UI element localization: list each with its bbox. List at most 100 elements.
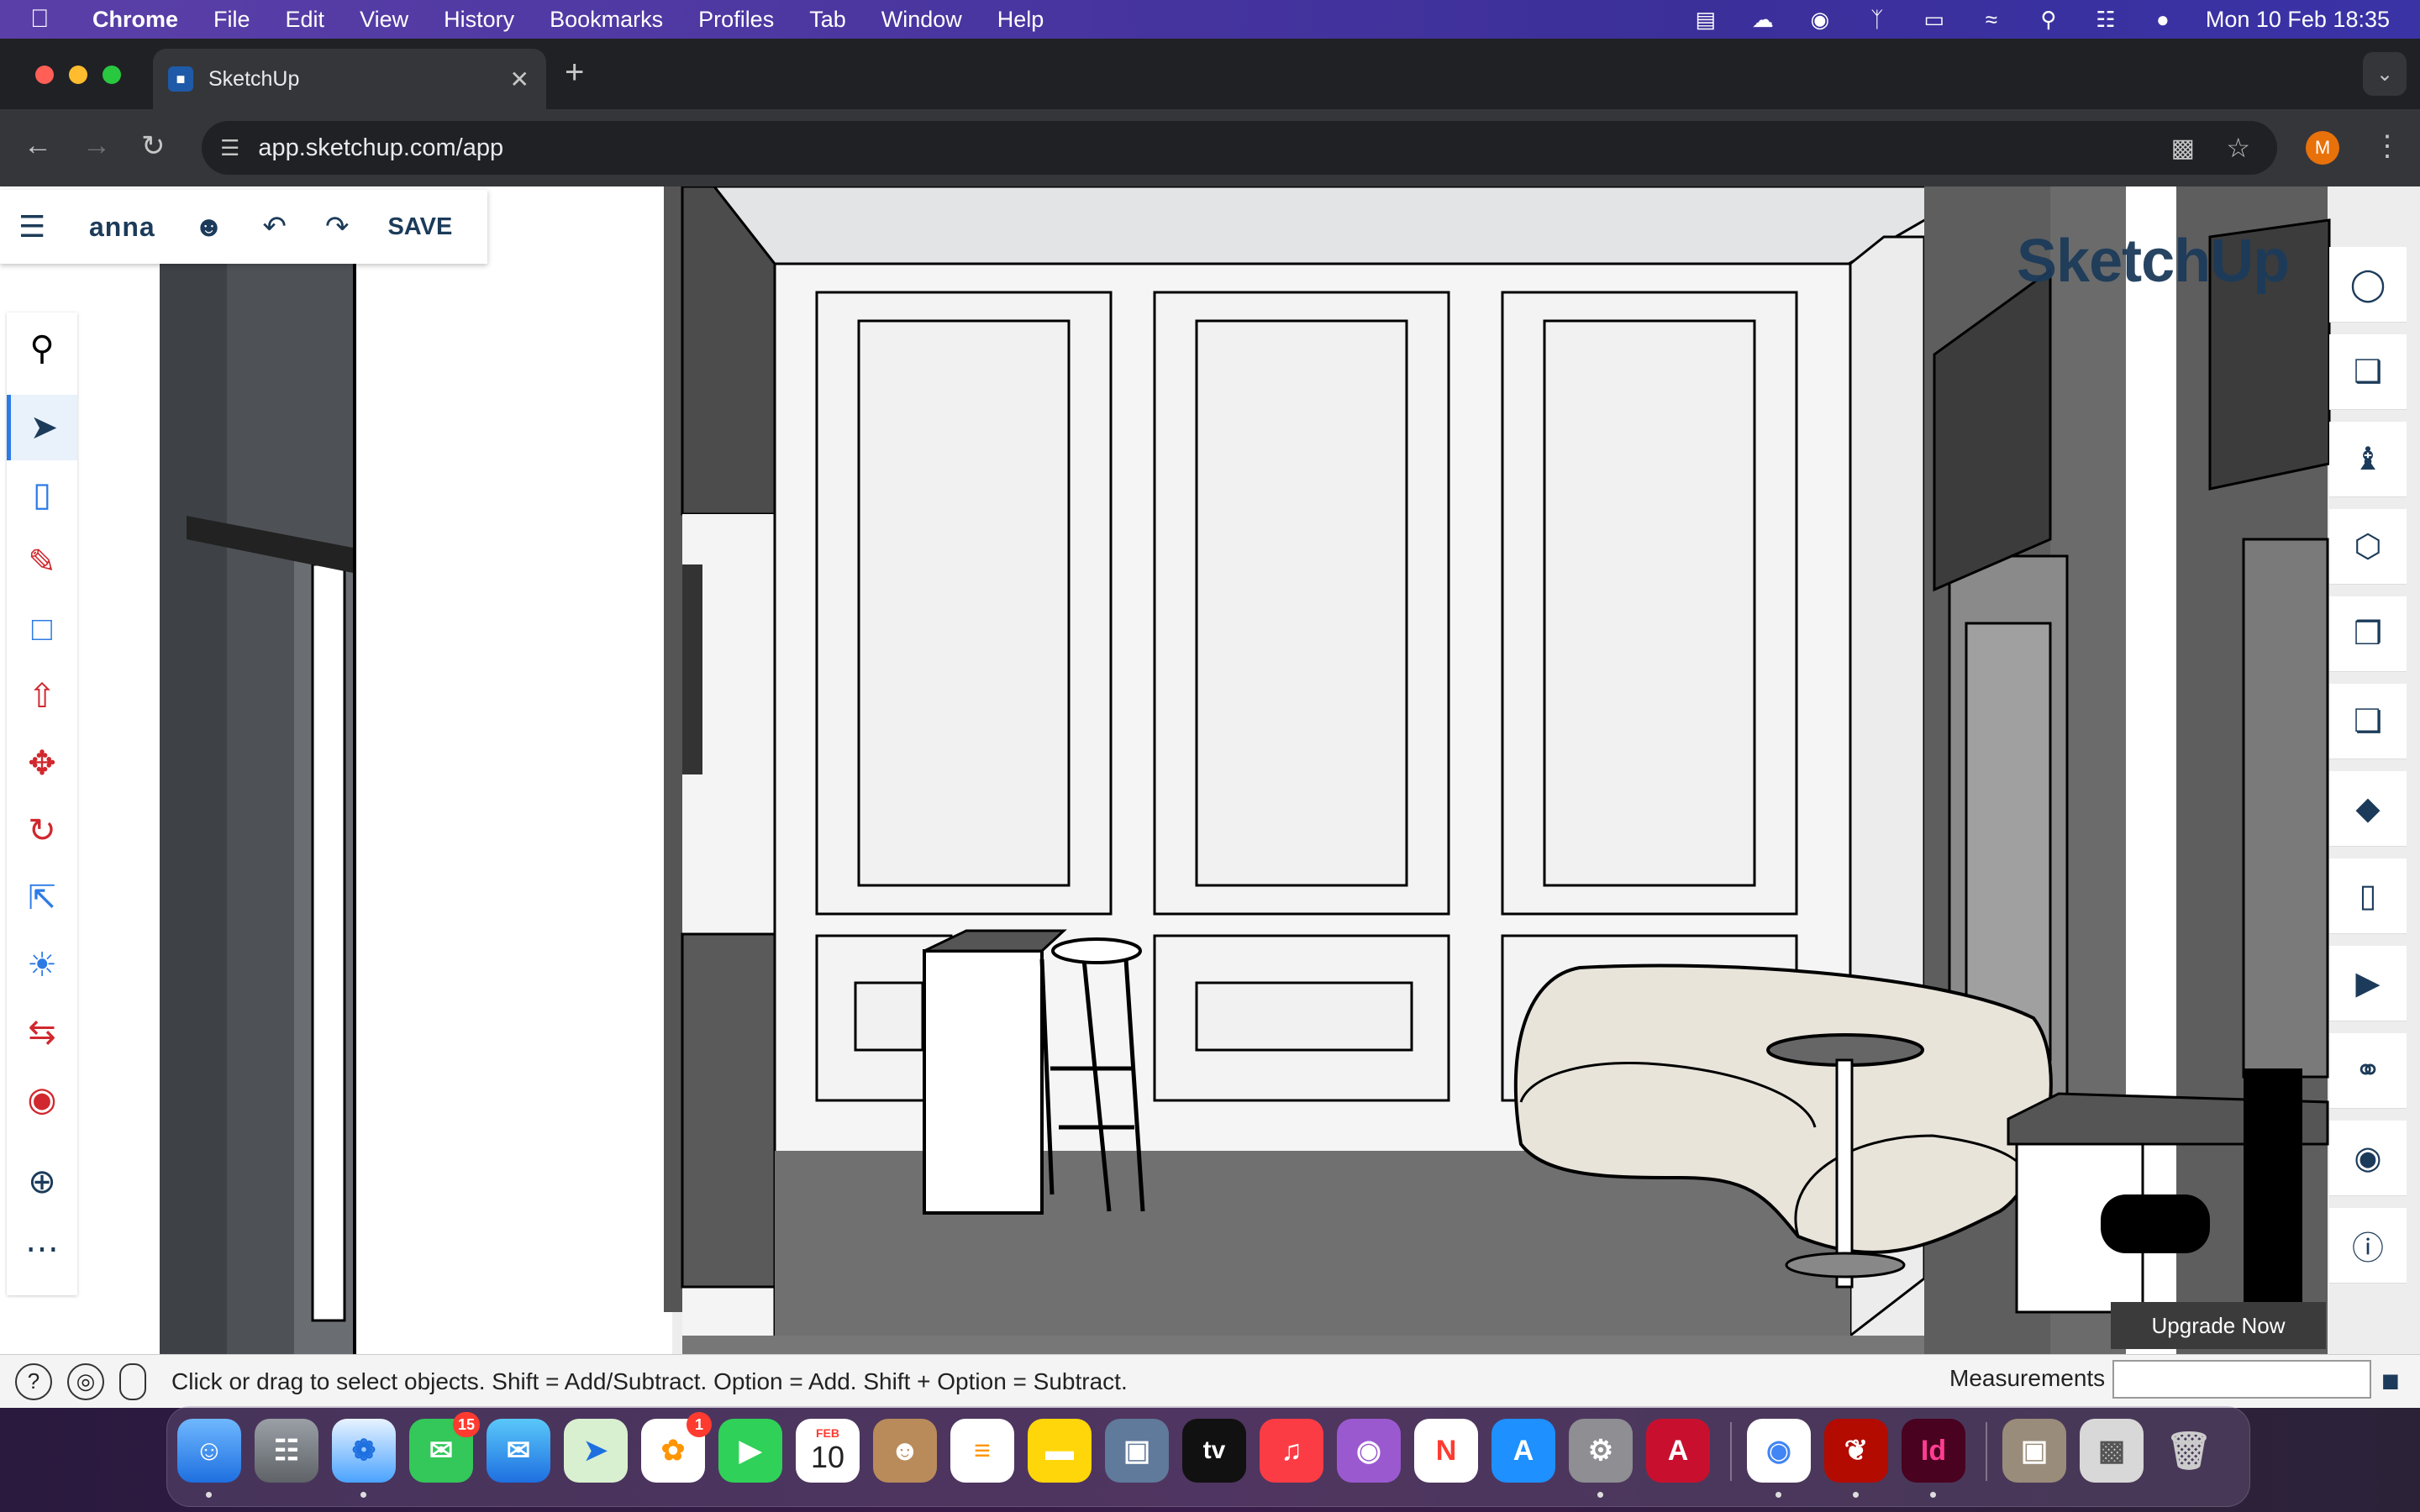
menubar-clock[interactable]: Mon 10 Feb 18:35 (2206, 7, 2390, 33)
display-glasses-icon[interactable]: ⚭ (2329, 1033, 2407, 1109)
site-info-icon[interactable]: ☰ (220, 135, 239, 161)
mail-icon[interactable]: ✉ (487, 1419, 550, 1483)
eraser-tool-icon[interactable]: ▯ (7, 462, 77, 528)
trash-icon[interactable]: 🗑 (2157, 1419, 2221, 1483)
system-settings-icon[interactable]: ⚙ (1569, 1419, 1633, 1498)
components-icon[interactable]: ❑ (2329, 334, 2407, 410)
menu-view[interactable]: View (360, 7, 408, 33)
select-tool-icon[interactable]: ➤ (7, 395, 77, 460)
paint-bucket-icon[interactable]: ☀ (7, 932, 77, 998)
tags-icon[interactable]: ◆ (2329, 771, 2407, 847)
apple-tv-icon[interactable]: tv (1182, 1419, 1246, 1483)
language-globe-icon[interactable]: ◎ (67, 1362, 104, 1400)
tab-close-icon[interactable]: ✕ (510, 66, 529, 93)
entity-info-icon[interactable]: ◯ (2329, 247, 2407, 323)
siri-icon[interactable]: ● (2149, 7, 2177, 32)
scale-tool-icon[interactable]: ⇱ (7, 865, 77, 931)
photos-icon[interactable]: ✿ 1 (641, 1412, 712, 1483)
apple-menu-icon[interactable]:  (30, 5, 69, 34)
pencil-line-tool-icon[interactable]: ✎ (7, 529, 77, 595)
finder-icon[interactable]: ☺ (177, 1419, 241, 1498)
upgrade-now-button[interactable]: Upgrade Now (2111, 1302, 2326, 1349)
scenes-icon[interactable]: ▶ (2329, 946, 2407, 1021)
info-icon[interactable]: ⓘ (2329, 1208, 2407, 1284)
recent-window-thumbnail-icon[interactable]: ▩ (2080, 1419, 2144, 1483)
undo-icon[interactable]: ↶ (262, 210, 287, 244)
save-button[interactable]: SAVE (387, 213, 452, 241)
menu-app-name[interactable]: Chrome (92, 7, 178, 33)
new-tab-plus-icon[interactable]: + (565, 54, 584, 92)
menu-file[interactable]: File (213, 7, 250, 33)
push-pull-tool-icon[interactable]: ⇧ (7, 664, 77, 729)
teamviewer-icon[interactable]: ▤ (1691, 7, 1720, 32)
install-app-icon[interactable]: ▩ (2171, 134, 2195, 163)
menu-window[interactable]: Window (881, 7, 962, 33)
browser-tab-sketchup[interactable]: ■ SketchUp ✕ (153, 49, 546, 109)
geolocation-globe-icon[interactable]: ◉ (2329, 1121, 2407, 1196)
launchpad-icon[interactable]: ☷ (255, 1419, 318, 1483)
outliner-icon[interactable]: ❏ (2329, 684, 2407, 759)
rotate-tool-icon[interactable]: ↻ (7, 798, 77, 864)
recent-document-thumbnail-icon[interactable]: ▣ (2002, 1419, 2066, 1483)
tab-search-chevron-icon[interactable]: ⌄ (2363, 52, 2407, 96)
move-tool-icon[interactable]: ✥ (7, 731, 77, 796)
creative-cloud-icon[interactable]: ☁ (1749, 7, 1777, 32)
chrome-icon[interactable]: ◉ (1747, 1419, 1811, 1498)
music-icon[interactable]: ♫ (1260, 1419, 1323, 1483)
menu-tab[interactable]: Tab (809, 7, 846, 33)
styles-icon[interactable]: ❒ (2329, 596, 2407, 672)
messages-icon[interactable]: ✉ 15 (409, 1412, 480, 1483)
podcasts-icon[interactable]: ◉ (1337, 1419, 1401, 1483)
orbit-pan-icon[interactable]: ⇆ (7, 1000, 77, 1065)
hamburger-menu-icon[interactable]: ☰ (18, 209, 60, 244)
materials-icon[interactable]: ⬡ (2329, 509, 2407, 585)
wifi-icon[interactable]: ≈ (1977, 7, 2006, 32)
forward-arrow-icon[interactable]: → (82, 129, 111, 162)
instructor-icon[interactable]: ♝ (2329, 422, 2407, 497)
acrobat-icon[interactable]: ❦ (1824, 1419, 1888, 1498)
back-arrow-icon[interactable]: ← (24, 129, 52, 162)
safari-icon[interactable]: ❁ (332, 1419, 396, 1498)
notes-icon[interactable]: ▬ (1028, 1419, 1092, 1483)
window-close-button[interactable] (35, 66, 54, 84)
activity-icon[interactable]: ◉ (1806, 7, 1834, 32)
menu-history[interactable]: History (444, 7, 514, 33)
more-tools-icon[interactable]: ⋯ (7, 1216, 77, 1282)
tape-measure-icon[interactable]: ◉ (7, 1067, 77, 1132)
share-user-icon[interactable]: ☻ (194, 211, 224, 244)
control-center-icon[interactable]: ☷ (2091, 7, 2120, 32)
reload-icon[interactable]: ↻ (141, 129, 166, 163)
contacts-icon[interactable]: ☻ (873, 1419, 937, 1483)
bluetooth-icon[interactable]: ᛉ (1863, 7, 1891, 32)
window-zoom-button[interactable] (103, 66, 121, 84)
soften-edges-icon[interactable]: ▯ (2329, 858, 2407, 934)
search-tool-icon[interactable]: ⚲ (7, 316, 77, 381)
autocad-icon[interactable]: A (1646, 1419, 1710, 1483)
news-icon[interactable]: N (1414, 1419, 1478, 1483)
spotlight-search-icon[interactable]: ⚲ (2034, 7, 2063, 32)
menu-profiles[interactable]: Profiles (698, 7, 774, 33)
axes-tool-icon[interactable]: ⊕ (7, 1149, 77, 1215)
bookmark-star-icon[interactable]: ☆ (2226, 132, 2250, 164)
chrome-menu-kebab-icon[interactable]: ⋮ (2373, 129, 2402, 163)
window-minimize-button[interactable] (69, 66, 87, 84)
measurements-input[interactable] (2112, 1360, 2371, 1399)
project-owner-name[interactable]: anna (89, 212, 155, 243)
menu-edit[interactable]: Edit (286, 7, 325, 33)
address-bar[interactable]: ☰ app.sketchup.com/app ▩ ☆ (202, 121, 2277, 175)
redo-icon[interactable]: ↷ (325, 210, 350, 244)
menu-bookmarks[interactable]: Bookmarks (550, 7, 663, 33)
calendar-icon[interactable]: FEB 10 (796, 1419, 860, 1483)
maps-icon[interactable]: ➤ (564, 1419, 628, 1483)
app-store-icon[interactable]: A (1491, 1419, 1555, 1483)
battery-icon[interactable]: ▭ (1920, 7, 1949, 32)
3d-model-viewport[interactable]: ☰ anna ☻ ↶ ↷ SAVE ⚲ ➤ ▯ ✎ □ ⇧ ✥ ↻ ⇱ ☀ ⇆ … (0, 186, 2420, 1354)
help-question-icon[interactable]: ? (15, 1362, 52, 1400)
menu-help[interactable]: Help (997, 7, 1044, 33)
profile-avatar[interactable]: M (2306, 131, 2339, 165)
indesign-icon[interactable]: Id (1902, 1419, 1965, 1498)
facetime-icon[interactable]: ▶ (718, 1419, 782, 1483)
reminders-icon[interactable]: ≡ (950, 1419, 1014, 1483)
mouse-input-icon[interactable] (119, 1362, 146, 1400)
preview-icon[interactable]: ▣ (1105, 1419, 1169, 1483)
